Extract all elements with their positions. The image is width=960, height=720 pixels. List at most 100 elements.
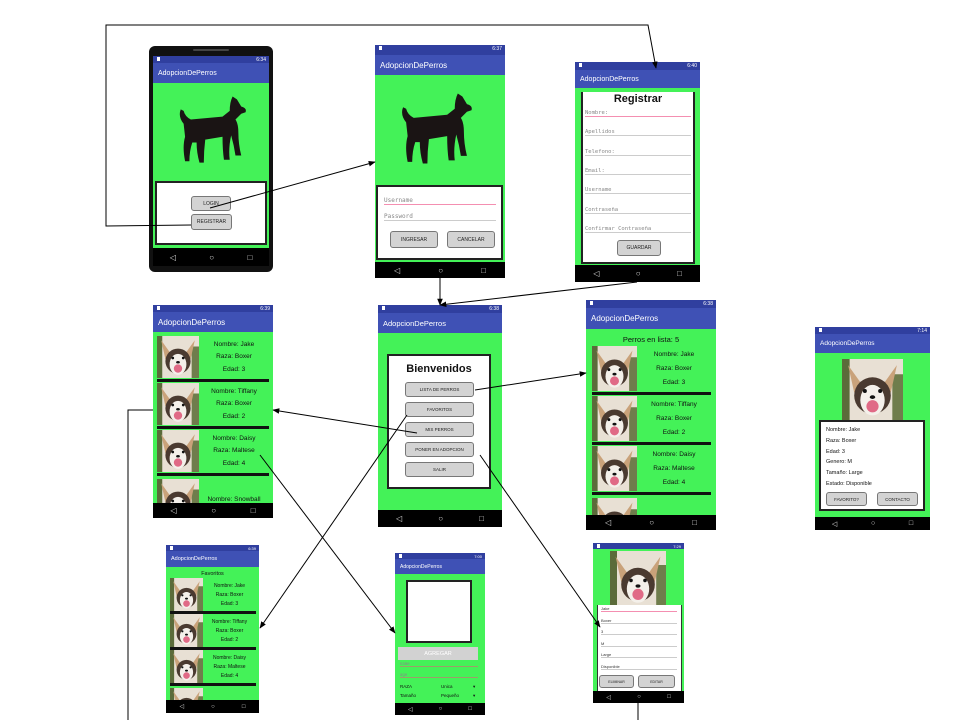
nav-home-icon[interactable]: ○ [439, 706, 443, 712]
guardar-button[interactable]: GUARDAR [617, 240, 661, 256]
detail-line: Nombre: Jake [826, 427, 861, 433]
nav-recent-icon[interactable]: □ [247, 253, 252, 262]
edit-field-input[interactable]: Large [601, 652, 677, 659]
password-input[interactable]: Password [384, 213, 496, 221]
app-title: AdopcionDePerros [380, 60, 448, 70]
dog-list-item[interactable]: Nombre: Daisy Raza: Maltese Edad: 4 [592, 445, 711, 495]
nav-back-icon[interactable]: ◁ [180, 703, 185, 710]
dog-list-item[interactable]: Nombre: Jake Raza: Boxer Edad: 3 [592, 345, 711, 395]
menu-button[interactable]: MIS PERROS [405, 422, 474, 437]
nav-home-icon[interactable]: ○ [636, 269, 641, 278]
registro-field-input[interactable]: Nombre: [585, 110, 691, 117]
dog-list-item[interactable]: Nombre: Daisy Raza: Maltese Edad: 4 [157, 429, 269, 476]
nav-home-icon[interactable]: ○ [649, 518, 654, 527]
nav-back-icon[interactable]: ◁ [832, 520, 837, 528]
dog-detail-panel: Nombre: Jake Raza: Boxer Edad: 3 Genero: M T… [819, 420, 925, 511]
nav-home-icon[interactable]: ○ [211, 506, 216, 515]
dog-photo [157, 336, 199, 378]
screen-content: Nombre: Jake Raza: Boxer Edad: 3 Nombre: Ti… [153, 332, 273, 503]
chevron-down-icon[interactable]: ▾ [473, 693, 475, 699]
dog-list-item[interactable]: Nombre: Snowball [592, 495, 711, 515]
nav-back-icon[interactable]: ◁ [170, 506, 176, 515]
edit-field-input[interactable]: M [601, 641, 677, 647]
nav-recent-icon[interactable]: □ [242, 704, 246, 710]
battery-icon [399, 554, 402, 558]
status-time: 6:38 [703, 301, 713, 307]
dog-nombre: Nombre: Daisy [212, 434, 256, 442]
dog-list-item[interactable]: Nombre: Daisy Raza: Maltese Edad: 4 [170, 650, 256, 686]
nav-recent-icon[interactable]: □ [677, 269, 682, 278]
login-button[interactable]: LOGIN [191, 196, 231, 211]
nav-bar: ◁ ○ □ [153, 248, 269, 266]
edit-field-input[interactable]: Boxer [601, 618, 677, 624]
dog-list-item[interactable]: Nombre: Snowball [170, 686, 256, 700]
registro-field-input[interactable]: Apellidos [585, 129, 691, 136]
chevron-down-icon[interactable]: ▾ [473, 684, 475, 690]
app-bar: AdopcionDePerros [815, 334, 930, 353]
dog-list-item[interactable]: Nombre: Jake Raza: Boxer Edad: 3 [170, 578, 256, 614]
registro-field-input[interactable]: Contraseña [585, 207, 691, 214]
nav-recent-icon[interactable]: □ [481, 266, 486, 275]
ingresar-button[interactable]: INGRESAR [390, 231, 438, 248]
edit-field-input[interactable]: 3 [601, 629, 677, 636]
dog-info: Nombre: Daisy Raza: Maltese Edad: 4 [199, 429, 269, 473]
name-input[interactable]: name [400, 661, 478, 667]
tamano-select[interactable]: Pequeño [441, 693, 459, 698]
nav-bar: ◁ ○ □ [575, 265, 700, 282]
nav-home-icon[interactable]: ○ [438, 514, 443, 523]
registrar-button[interactable]: REGISTRAR [191, 214, 232, 230]
nav-home-icon[interactable]: ○ [209, 253, 214, 262]
nav-recent-icon[interactable]: □ [251, 506, 256, 515]
battery-icon [157, 306, 160, 310]
raza-select[interactable]: Unica [441, 684, 453, 689]
nav-back-icon[interactable]: ◁ [396, 514, 402, 523]
nav-back-icon[interactable]: ◁ [593, 269, 599, 278]
nav-back-icon[interactable]: ◁ [606, 694, 611, 701]
contacto-button[interactable]: CONTACTO [877, 492, 918, 506]
nav-bar: ◁ ○ □ [395, 703, 485, 715]
nav-home-icon[interactable]: ○ [211, 704, 215, 710]
eliminar-button[interactable]: ELIMINAR [599, 675, 634, 688]
registro-field-input[interactable]: Username [585, 187, 691, 194]
agregar-button[interactable]: AGREGAR [398, 647, 478, 660]
dog-list-item[interactable]: Nombre: Tiffany Raza: Boxer Edad: 2 [170, 614, 256, 650]
registro-field-input[interactable]: Confirmar Contraseña [585, 226, 691, 233]
dog-list-item[interactable]: Nombre: Tiffany Raza: Boxer Edad: 2 [592, 395, 711, 445]
dog-list-item[interactable]: Nombre: Snowball [157, 476, 269, 503]
nav-recent-icon[interactable]: □ [909, 520, 913, 527]
cancelar-button[interactable]: CANCELAR [447, 231, 495, 248]
edit-field-input[interactable]: Disponible [601, 664, 677, 670]
nav-back-icon[interactable]: ◁ [408, 706, 413, 713]
nav-home-icon[interactable]: ○ [438, 266, 443, 275]
dog-raza: Raza: Boxer [216, 400, 252, 408]
nav-back-icon[interactable]: ◁ [170, 253, 176, 262]
favorito-button[interactable]: FAVORITO? [826, 492, 867, 506]
phone-mis-perros: 6:39 AdopcionDePerros Nombre: Jake Raza: … [153, 305, 273, 518]
nav-recent-icon[interactable]: □ [667, 694, 671, 700]
menu-button[interactable]: FAVORITOS [405, 402, 474, 417]
edit-field-input[interactable]: Jake [601, 606, 677, 612]
dog-photo [592, 346, 637, 391]
nav-home-icon[interactable]: ○ [871, 520, 875, 527]
menu-button[interactable]: LISTA DE PERROS [405, 382, 474, 397]
menu-button[interactable]: PONER EN ADOPCION [405, 442, 474, 457]
edit-form-panel: Jake Boxer 3 M Large Disponible ELIMINAR EDIT… [597, 605, 682, 691]
registro-field-input[interactable]: Email: [585, 168, 691, 175]
menu-button[interactable]: SALIR [405, 462, 474, 477]
app-bar: AdopcionDePerros [586, 308, 716, 329]
nav-back-icon[interactable]: ◁ [605, 518, 611, 527]
nav-home-icon[interactable]: ○ [637, 694, 641, 700]
nav-recent-icon[interactable]: □ [468, 706, 472, 712]
nav-recent-icon[interactable]: □ [479, 514, 484, 523]
nav-back-icon[interactable]: ◁ [394, 266, 400, 275]
registro-field-input[interactable]: Telefono: [585, 149, 691, 156]
app-title: AdopcionDePerros [591, 314, 659, 323]
editar-button[interactable]: EDITAR [638, 675, 675, 688]
username-input[interactable]: Username [384, 197, 496, 205]
nav-recent-icon[interactable]: □ [692, 518, 697, 527]
dog-list-item[interactable]: Nombre: Tiffany Raza: Boxer Edad: 2 [157, 382, 269, 429]
dog-list-item[interactable]: Nombre: Jake Raza: Boxer Edad: 3 [157, 335, 269, 382]
app-bar: AdopcionDePerros [166, 551, 259, 567]
image-placeholder[interactable] [406, 580, 472, 643]
age-input[interactable]: age [400, 672, 478, 678]
